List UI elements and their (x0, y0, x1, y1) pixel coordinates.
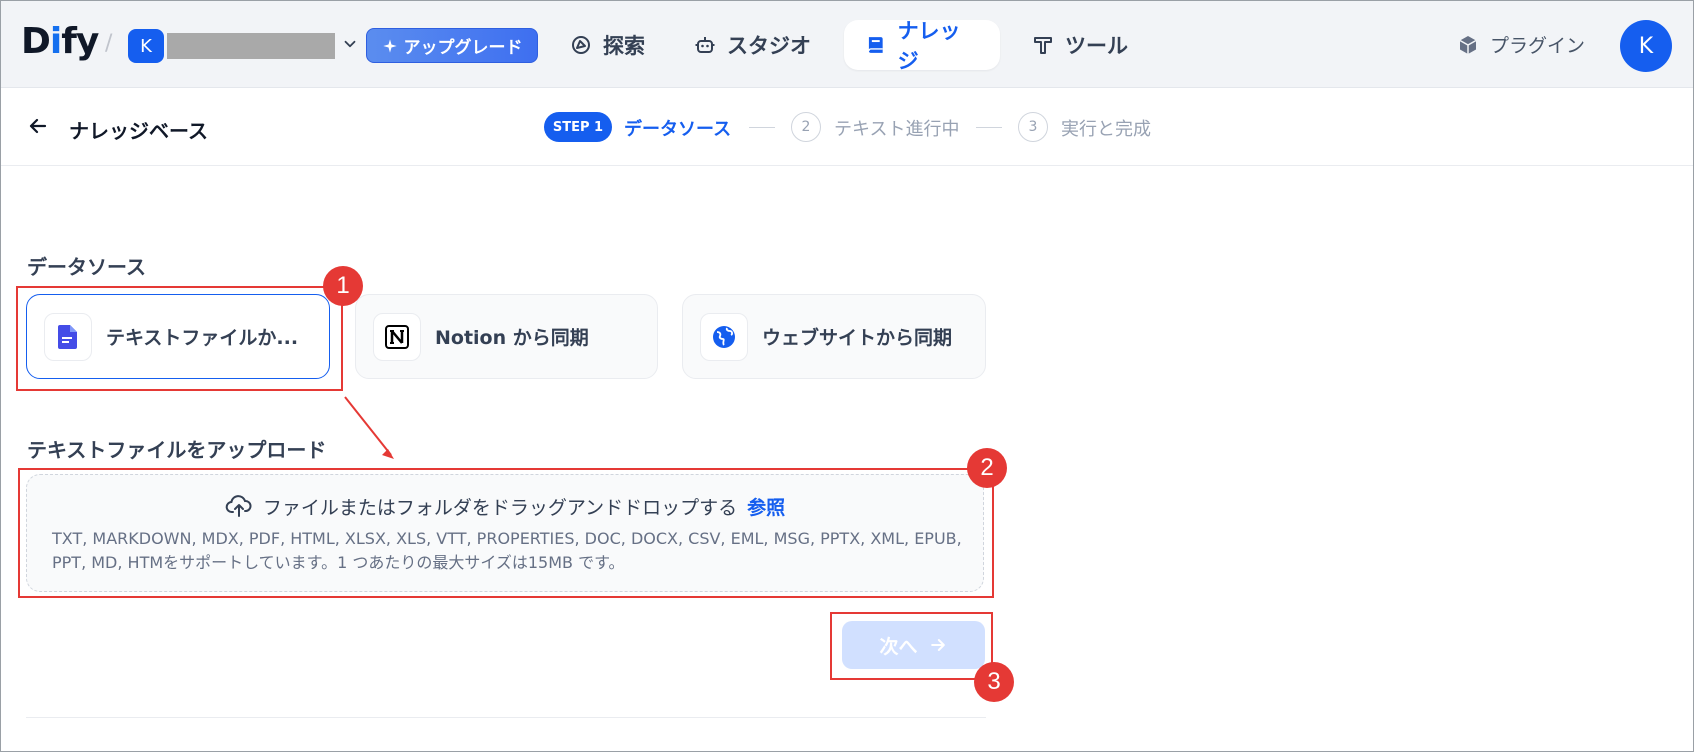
plugin-button[interactable]: プラグイン (1456, 31, 1585, 58)
annotation-badge-3: 3 (974, 662, 1014, 702)
hammer-icon (1034, 37, 1052, 54)
page-title: ナレッジベース (69, 119, 208, 143)
compass-icon (572, 36, 590, 54)
data-source-title: データソース (27, 255, 146, 279)
source-option-notion[interactable]: Notion から同期 (355, 294, 658, 379)
cube-icon (1459, 35, 1477, 54)
source-option-label: ウェブサイトから同期 (762, 327, 953, 349)
robot-icon (695, 37, 715, 53)
workspace-name-redacted[interactable] (167, 33, 335, 59)
step-3-number: 3 (1018, 112, 1048, 142)
app-window: Dify / K アップグレード 探索 スタジオ ナレッジ ツール プラグイン (0, 0, 1694, 752)
annotation-arrow (344, 396, 394, 459)
icon-container (700, 312, 748, 361)
source-option-website[interactable]: ウェブサイトから同期 (682, 294, 986, 379)
footer-divider (26, 717, 986, 718)
annotation-box-2 (18, 468, 994, 598)
nav-studio[interactable]: スタジオ (673, 20, 831, 70)
user-avatar[interactable]: K (1620, 20, 1672, 72)
back-arrow-icon[interactable] (26, 114, 50, 138)
upload-title: テキストファイルをアップロード (27, 438, 327, 462)
annotation-box-3 (830, 612, 993, 680)
notion-icon (385, 324, 409, 349)
dify-logo[interactable]: Dify (21, 21, 99, 62)
breadcrumb-separator: / (105, 31, 113, 56)
nav-tools[interactable]: ツール (1011, 20, 1148, 70)
step-1-label: データソース (624, 119, 732, 140)
create-knowledge-header: ナレッジベース STEP 1 データソース 2 テキスト進行中 3 実行と完成 (1, 88, 1693, 166)
source-option-label: Notion から同期 (435, 327, 589, 349)
step-3-label: 実行と完成 (1061, 119, 1151, 140)
top-navbar: Dify / K アップグレード 探索 スタジオ ナレッジ ツール プラグイン (1, 1, 1693, 88)
workspace-avatar[interactable]: K (128, 29, 164, 63)
nav-knowledge[interactable]: ナレッジ (844, 19, 1000, 73)
sparkle-icon (382, 38, 397, 53)
step-connector (976, 127, 1002, 128)
annotation-badge-2: 2 (967, 448, 1007, 488)
step-1-badge: STEP 1 (544, 112, 612, 142)
step-2-number: 2 (791, 112, 821, 142)
book-icon (868, 37, 883, 53)
icon-container (373, 312, 421, 361)
annotation-box-1 (16, 286, 343, 391)
step-2-label: テキスト進行中 (834, 119, 960, 140)
nav-explore[interactable]: 探索 (549, 20, 665, 70)
step-connector (749, 127, 775, 128)
upgrade-button[interactable]: アップグレード (366, 28, 538, 63)
annotation-badge-1: 1 (323, 266, 363, 306)
globe-icon (713, 325, 735, 348)
chevron-down-icon[interactable] (341, 35, 359, 53)
